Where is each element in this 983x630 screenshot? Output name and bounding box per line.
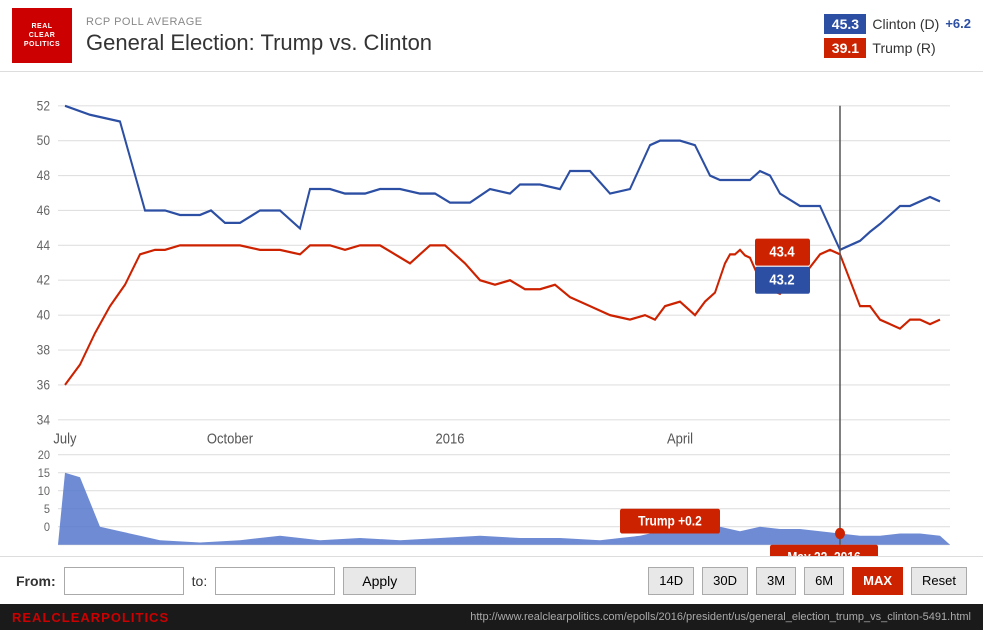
svg-text:44: 44: [37, 237, 50, 253]
footer-url: http://www.realclearpolitics.com/epolls/…: [470, 611, 971, 623]
legend: 45.3 Clinton (D) +6.2 39.1 Trump (R): [824, 14, 971, 58]
svg-text:42: 42: [37, 272, 50, 288]
btn-3m[interactable]: 3M: [756, 567, 796, 595]
app-container: REALCLEARPOLITICS RCP POLL AVERAGE Gener…: [0, 0, 983, 630]
svg-text:50: 50: [37, 132, 50, 148]
svg-text:36: 36: [37, 377, 50, 393]
trump-badge: 39.1: [824, 38, 866, 58]
header-title: General Election: Trump vs. Clinton: [86, 30, 824, 56]
svg-text:2016: 2016: [436, 430, 465, 447]
logo-text-top: REALCLEARPOLITICS: [24, 22, 60, 49]
to-label: to:: [192, 573, 208, 589]
svg-text:20: 20: [38, 449, 51, 463]
svg-text:10: 10: [38, 485, 51, 499]
btn-max[interactable]: MAX: [852, 567, 903, 595]
btn-30d[interactable]: 30D: [702, 567, 748, 595]
svg-text:July: July: [53, 430, 76, 447]
header-subtitle: RCP POLL AVERAGE: [86, 16, 824, 28]
btn-reset[interactable]: Reset: [911, 567, 967, 595]
svg-text:46: 46: [37, 202, 50, 218]
footer-brand: REALCLEARPOLITICS: [12, 610, 169, 625]
trump-label: Trump (R): [872, 40, 935, 56]
svg-text:43.4: 43.4: [769, 243, 795, 260]
svg-text:52: 52: [37, 98, 50, 114]
footer: REALCLEARPOLITICS http://www.realclearpo…: [0, 604, 983, 630]
svg-text:48: 48: [37, 167, 50, 183]
chart-svg: 52 50 48 46 44 42 40 38 36 34 July Octob…: [0, 72, 983, 556]
logo: REALCLEARPOLITICS: [12, 8, 72, 63]
btn-6m[interactable]: 6M: [804, 567, 844, 595]
legend-clinton: 45.3 Clinton (D) +6.2: [824, 14, 971, 34]
header: REALCLEARPOLITICS RCP POLL AVERAGE Gener…: [0, 0, 983, 72]
svg-text:0: 0: [44, 521, 51, 535]
chart-area[interactable]: 52 50 48 46 44 42 40 38 36 34 July Octob…: [0, 72, 983, 556]
svg-text:34: 34: [37, 412, 50, 428]
svg-text:May 22, 2016: May 22, 2016: [787, 549, 860, 556]
header-title-section: RCP POLL AVERAGE General Election: Trump…: [86, 16, 824, 56]
svg-text:40: 40: [37, 307, 50, 323]
apply-button[interactable]: Apply: [343, 567, 416, 595]
svg-text:April: April: [667, 430, 693, 447]
clinton-label: Clinton (D): [872, 16, 939, 32]
svg-text:43.2: 43.2: [769, 271, 795, 288]
from-label: From:: [16, 573, 56, 589]
clinton-badge: 45.3: [824, 14, 866, 34]
svg-text:15: 15: [38, 467, 51, 481]
controls-bar: From: to: Apply 14D 30D 3M 6M MAX Reset: [0, 556, 983, 604]
btn-14d[interactable]: 14D: [648, 567, 694, 595]
to-input[interactable]: [215, 567, 335, 595]
clinton-diff: +6.2: [945, 16, 971, 31]
svg-text:5: 5: [44, 503, 51, 517]
from-input[interactable]: [64, 567, 184, 595]
svg-text:October: October: [207, 430, 254, 447]
svg-text:38: 38: [37, 342, 50, 358]
legend-trump: 39.1 Trump (R): [824, 38, 971, 58]
svg-text:Trump +0.2: Trump +0.2: [638, 513, 702, 529]
